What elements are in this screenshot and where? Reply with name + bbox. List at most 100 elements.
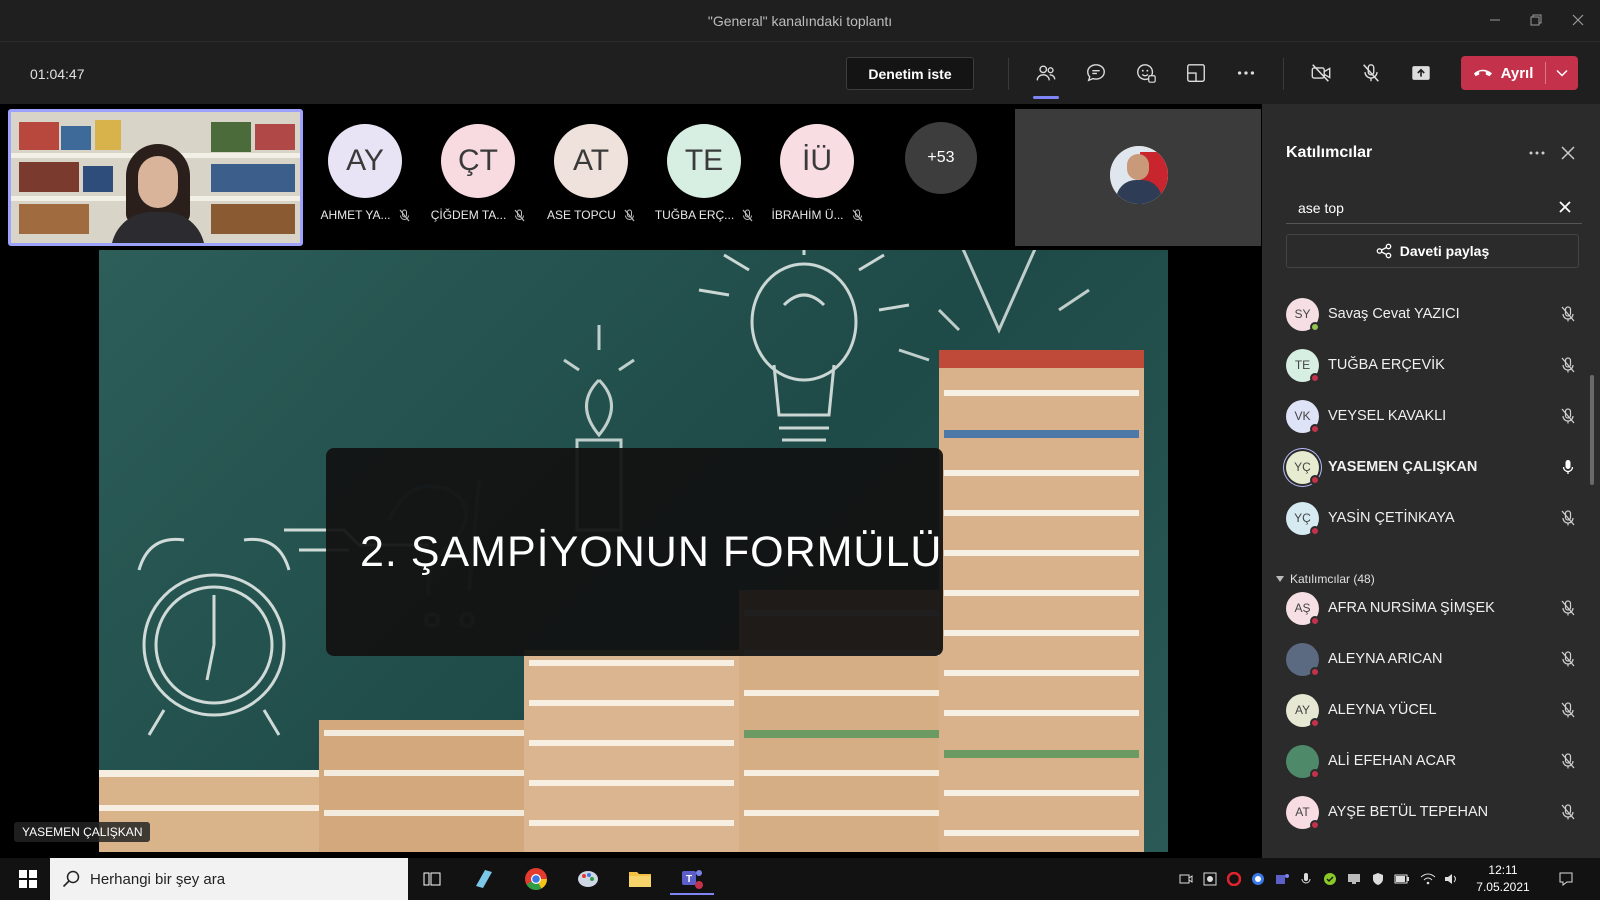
- restore-icon[interactable]: [1522, 8, 1550, 32]
- participant-tile[interactable]: AT ASE TOPCU: [541, 124, 641, 222]
- participant-row[interactable]: TE TUĞBA ERÇEVİK: [1286, 343, 1579, 387]
- presenter-video[interactable]: [8, 109, 303, 246]
- teams-tray-icon[interactable]: [1272, 869, 1292, 889]
- battery-icon[interactable]: [1392, 869, 1412, 889]
- avatar: AY: [1286, 693, 1320, 728]
- taskbar-clock[interactable]: 12:11 7.05.2021: [1468, 862, 1538, 896]
- participant-tile[interactable]: AY AHMET YA...: [315, 124, 415, 222]
- mic-muted-icon: [1557, 510, 1579, 526]
- leave-options-chevron-icon[interactable]: [1546, 56, 1578, 90]
- taskbar-search-placeholder: Herhangi bir şey ara: [90, 870, 226, 888]
- paint-app-icon[interactable]: [566, 863, 610, 895]
- close-panel-icon[interactable]: [1560, 145, 1576, 166]
- mic-muted-icon[interactable]: [1354, 56, 1388, 90]
- participant-row[interactable]: VK VEYSEL KAVAKLI: [1286, 394, 1579, 438]
- meeting-timer: 01:04:47: [30, 66, 85, 82]
- attendees-section-header[interactable]: Katılımcılar (48): [1276, 572, 1375, 586]
- participant-row[interactable]: AŞ AFRA NURSİMA ŞİMŞEK: [1286, 586, 1579, 630]
- file-explorer-icon[interactable]: [618, 863, 662, 895]
- participant-row[interactable]: YÇ YASİN ÇETİNKAYA: [1286, 496, 1579, 540]
- mic-muted-icon: [1557, 804, 1579, 820]
- chat-icon[interactable]: [1079, 56, 1113, 90]
- participant-tile[interactable]: TE TUĞBA ERÇ...: [654, 124, 754, 222]
- security-tray-icon[interactable]: [1320, 869, 1340, 889]
- participant-photo-tile[interactable]: [1015, 109, 1261, 246]
- breakout-rooms-icon[interactable]: [1179, 56, 1213, 90]
- mic-muted-icon: [399, 209, 409, 221]
- participant-row[interactable]: SY Savaş Cevat YAZICI: [1286, 292, 1579, 336]
- meet-now-icon[interactable]: [1176, 869, 1196, 889]
- close-window-icon[interactable]: [1564, 8, 1592, 32]
- notification-icon[interactable]: [1556, 869, 1576, 889]
- avatar: AŞ: [1286, 591, 1320, 626]
- participant-name: TUĞBA ERÇ...: [654, 208, 735, 222]
- panel-more-icon[interactable]: [1528, 144, 1546, 167]
- start-button[interactable]: [8, 858, 48, 900]
- avatar-initials: YÇ: [1294, 511, 1311, 525]
- leave-main[interactable]: Ayrıl: [1461, 56, 1545, 90]
- more-participants-button[interactable]: +53: [905, 122, 977, 194]
- presence-status-dot: [1310, 768, 1320, 779]
- leave-button[interactable]: Ayrıl: [1461, 56, 1578, 90]
- screenshot-icon[interactable]: [1200, 869, 1220, 889]
- presence-status-dot: [1310, 474, 1320, 485]
- panel-scrollbar[interactable]: [1590, 375, 1594, 485]
- avatar: [1286, 744, 1320, 779]
- opera-icon[interactable]: [1224, 869, 1244, 889]
- presence-status-dot: [1310, 615, 1320, 626]
- share-invite-button[interactable]: Daveti paylaş: [1286, 234, 1579, 268]
- presence-status-dot: [1310, 666, 1320, 677]
- participant-tile[interactable]: ÇT ÇİĞDEM TA...: [428, 124, 528, 222]
- avatar-initials: YÇ: [1294, 460, 1311, 474]
- avatar-initials: AT: [1295, 805, 1310, 819]
- avatar: YÇ: [1286, 450, 1320, 485]
- avatar: İÜ: [780, 124, 854, 198]
- microphone-tray-icon[interactable]: [1296, 869, 1316, 889]
- participant-name: ALEYNA ARICAN: [1328, 651, 1443, 667]
- mic-muted-icon: [1557, 306, 1579, 322]
- request-control-button[interactable]: Denetim iste: [846, 57, 974, 90]
- meeting-stage: AY AHMET YA... ÇT ÇİĞDEM TA... AT ASE TO…: [0, 104, 1262, 858]
- display-tray-icon[interactable]: [1344, 869, 1364, 889]
- teams-icon[interactable]: T: [670, 863, 714, 895]
- clock-time: 12:11: [1488, 863, 1518, 877]
- participant-row[interactable]: AT AYŞE BETÜL TEPEHAN: [1286, 790, 1579, 834]
- person-face: [138, 156, 178, 208]
- search-tray-icon[interactable]: [1248, 869, 1268, 889]
- volume-icon[interactable]: [1442, 869, 1462, 889]
- presence-status-dot: [1310, 819, 1320, 830]
- chrome-icon[interactable]: [514, 863, 558, 895]
- participant-row[interactable]: AY ALEYNA YÜCEL: [1286, 688, 1579, 732]
- shield-icon[interactable]: [1368, 869, 1388, 889]
- participant-name: İBRAHİM Ü...: [771, 208, 844, 222]
- minimize-icon[interactable]: [1481, 8, 1509, 32]
- search-input[interactable]: [1286, 194, 1526, 222]
- participant-name: VEYSEL KAVAKLI: [1328, 408, 1447, 424]
- participants-icon[interactable]: [1029, 56, 1063, 99]
- reactions-icon[interactable]: [1129, 56, 1163, 90]
- mic-muted-icon: [514, 209, 525, 221]
- camera-off-icon[interactable]: [1304, 56, 1338, 90]
- files-app-icon[interactable]: [462, 863, 506, 895]
- avatar-initials: TE: [684, 144, 724, 177]
- mic-muted-icon: [1557, 408, 1579, 424]
- avatar-initials: AY: [346, 144, 384, 177]
- avatar: SY: [1286, 297, 1320, 332]
- participant-row[interactable]: ALİ EFEHAN ACAR: [1286, 739, 1579, 783]
- participant-row[interactable]: YÇ YASEMEN ÇALIŞKAN: [1286, 445, 1579, 489]
- slide-title-box: 2. ŞAMPİYONUN FORMÜLÜ: [326, 448, 943, 656]
- hang-up-icon: [1473, 69, 1492, 77]
- clear-search-icon[interactable]: [1558, 200, 1572, 219]
- participant-row[interactable]: ALEYNA ARICAN: [1286, 637, 1579, 681]
- participant-tile[interactable]: İÜ İBRAHİM Ü...: [767, 124, 867, 222]
- participant-name: Savaş Cevat YAZICI: [1328, 306, 1460, 322]
- participant-name: YASEMEN ÇALIŞKAN: [1328, 459, 1478, 475]
- wifi-icon[interactable]: [1418, 869, 1438, 889]
- more-actions-icon[interactable]: [1229, 56, 1263, 90]
- avatar: AT: [554, 124, 628, 198]
- task-view-icon[interactable]: [410, 863, 454, 895]
- avatar: AY: [328, 124, 402, 198]
- participant-name: ASE TOPCU: [547, 208, 616, 222]
- share-screen-icon[interactable]: [1404, 56, 1438, 90]
- taskbar-search[interactable]: Herhangi bir şey ara: [50, 858, 408, 900]
